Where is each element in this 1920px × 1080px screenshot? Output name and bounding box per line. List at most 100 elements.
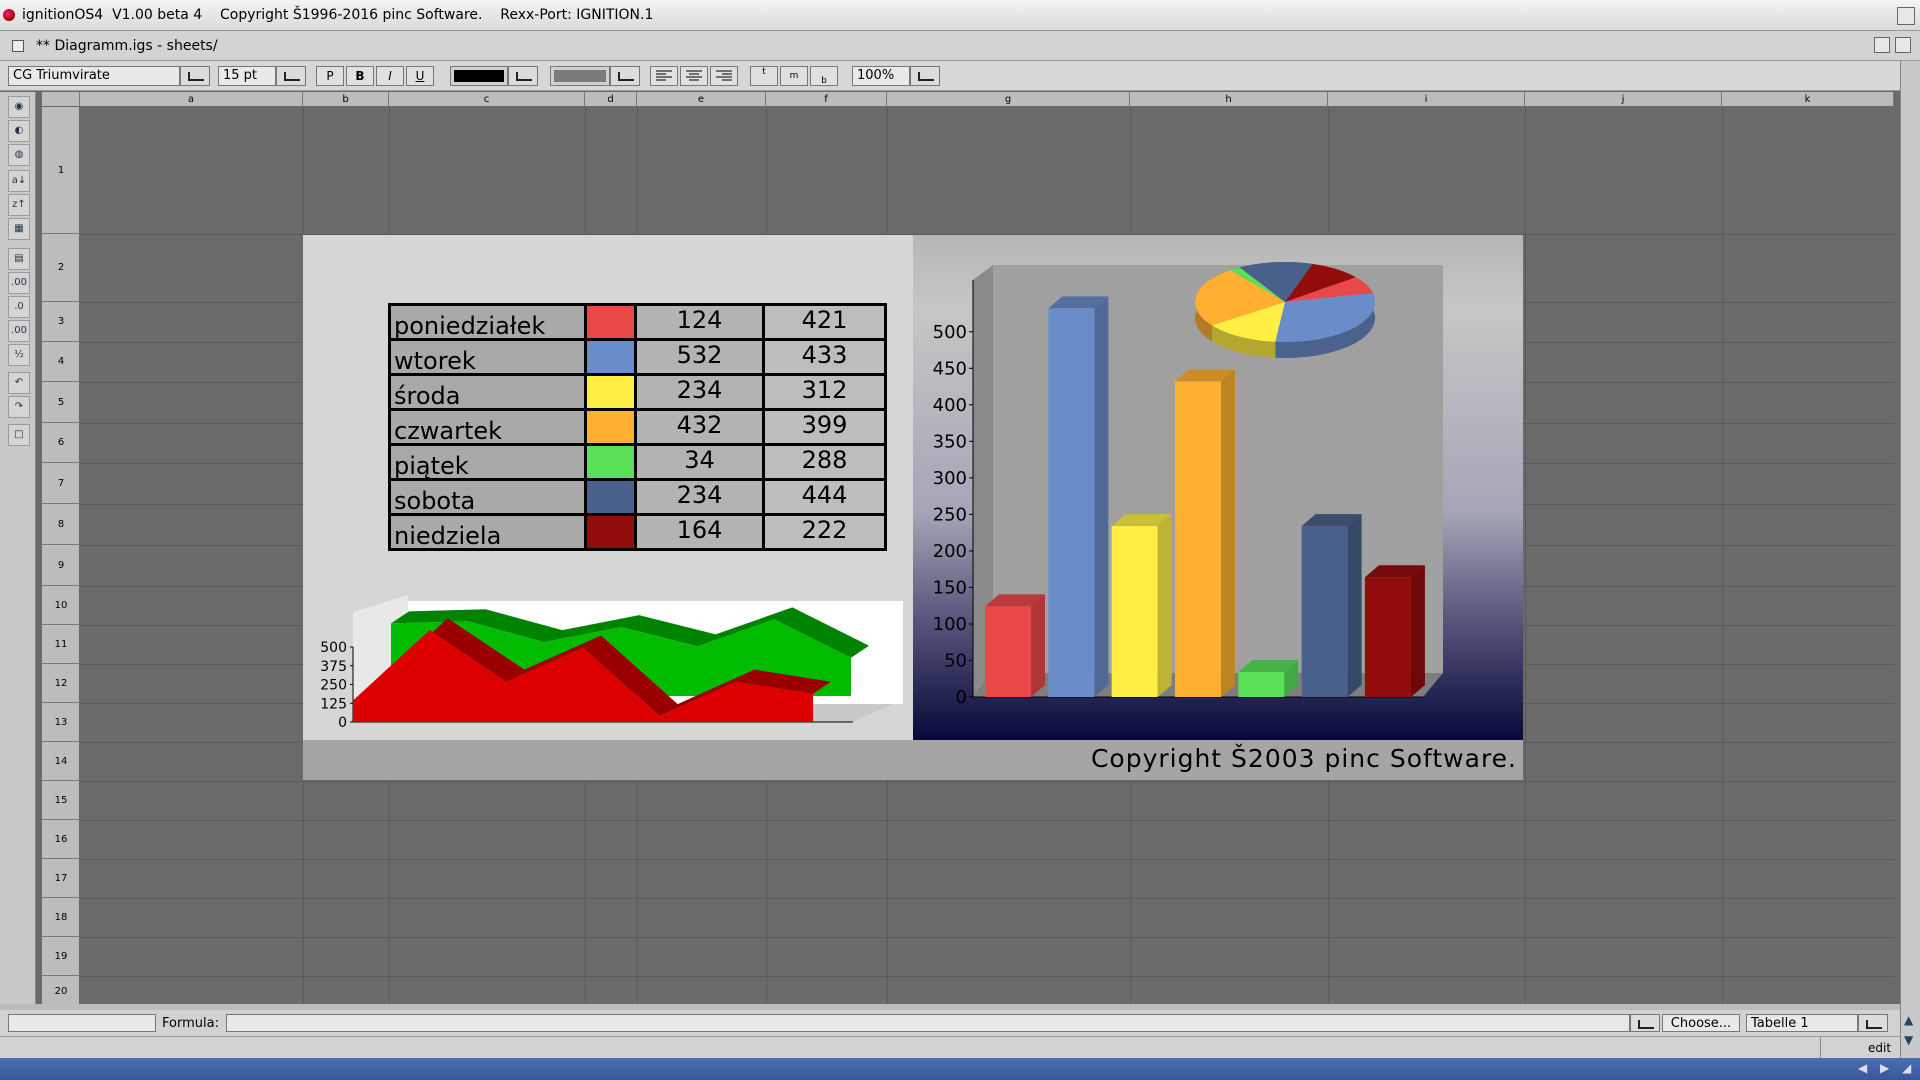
column-header[interactable]: d — [585, 92, 637, 107]
align-right-button[interactable] — [710, 66, 738, 86]
row-header[interactable]: 16 — [42, 820, 80, 859]
plain-style-button[interactable]: P — [316, 66, 344, 86]
fill-color-button[interactable] — [550, 66, 610, 86]
sort-descending-icon[interactable]: z↑ — [8, 194, 30, 216]
row-header[interactable]: 10 — [42, 586, 80, 625]
fill-color-popup-icon[interactable] — [610, 66, 640, 86]
column-header[interactable]: g — [887, 92, 1130, 107]
text-color-popup-icon[interactable] — [508, 66, 538, 86]
vertical-scrollbar[interactable]: ▲ ▼ — [1900, 61, 1920, 1058]
column-header[interactable]: i — [1328, 92, 1525, 107]
app-icon — [3, 9, 15, 21]
redo-icon[interactable]: ↷ — [8, 396, 30, 418]
fraction-icon[interactable]: ½ — [8, 344, 30, 366]
percent-icon[interactable]: .00 — [8, 320, 30, 342]
align-left-icon — [656, 70, 672, 81]
row-header[interactable]: 8 — [42, 504, 80, 545]
scroll-right-icon[interactable]: ▶ — [1880, 1061, 1889, 1075]
column-header[interactable]: a — [80, 92, 303, 107]
y-tick-label: 300 — [933, 468, 967, 489]
row-header[interactable]: 4 — [42, 342, 80, 382]
sheet-name-field[interactable]: Tabelle 1 — [1746, 1014, 1858, 1032]
frame-icon[interactable]: □ — [8, 424, 30, 446]
row-header[interactable]: 3 — [42, 302, 80, 342]
font-popup-icon[interactable] — [180, 66, 210, 86]
add-decimal-icon[interactable]: .00 — [8, 272, 30, 294]
y-tick-label: 400 — [933, 395, 967, 416]
row-header[interactable]: 12 — [42, 664, 80, 703]
cell-format-icon[interactable]: ▤ — [8, 248, 30, 270]
font-size-popup-icon[interactable] — [276, 66, 306, 86]
bold-button[interactable]: B — [346, 66, 374, 86]
bar-chart: 500450400350300250200150100500 — [933, 262, 1443, 708]
column-header[interactable]: c — [389, 92, 585, 107]
resize-icon[interactable]: ◢ — [1902, 1061, 1911, 1075]
row-header[interactable]: 7 — [42, 463, 80, 504]
formula-input[interactable] — [226, 1014, 1630, 1032]
column-header[interactable]: j — [1525, 92, 1722, 107]
font-size-field[interactable]: 15 pt — [218, 66, 276, 86]
font-name-field[interactable]: CG Triumvirate — [8, 66, 180, 86]
valign-bottom-button[interactable]: b — [810, 66, 838, 86]
column-header[interactable]: h — [1130, 92, 1328, 107]
row-header[interactable]: 11 — [42, 625, 80, 664]
align-center-button[interactable] — [680, 66, 708, 86]
choose-button[interactable]: Choose... — [1662, 1014, 1740, 1032]
new-sheet-icon[interactable]: ◉ — [8, 96, 30, 118]
zoom-field[interactable]: 100% — [852, 66, 910, 86]
corner-cell[interactable] — [42, 92, 80, 107]
column-header[interactable]: b — [303, 92, 389, 107]
row-header[interactable]: 19 — [42, 937, 80, 976]
column-header[interactable]: e — [637, 92, 766, 107]
row-header[interactable]: 20 — [42, 976, 80, 1007]
remove-decimal-icon[interactable]: .0 — [8, 296, 30, 318]
row-header[interactable]: 18 — [42, 898, 80, 937]
text-color-swatch — [454, 70, 504, 82]
embedded-picture[interactable]: poniedziałek 124 421 wtorek 532 433 środa 234 31… — [303, 235, 1523, 780]
bar-side — [1220, 369, 1235, 697]
scroll-down-icon[interactable]: ▼ — [1904, 1033, 1913, 1047]
row-header[interactable]: 13 — [42, 703, 80, 742]
zoom-popup-icon[interactable] — [910, 66, 940, 86]
align-right-icon — [716, 70, 732, 81]
italic-button[interactable]: I — [376, 66, 404, 86]
y-tick-label: 500 — [933, 322, 967, 343]
bar-side — [1157, 514, 1172, 697]
row-header[interactable]: 2 — [42, 234, 80, 302]
status-mode: edit — [1868, 1041, 1892, 1055]
scroll-up-icon[interactable]: ▲ — [1904, 1013, 1913, 1027]
formula-popup-icon[interactable] — [1630, 1014, 1660, 1032]
align-left-button[interactable] — [650, 66, 678, 86]
row-header[interactable]: 5 — [42, 382, 80, 423]
text-color-button[interactable] — [450, 66, 508, 86]
undo-icon[interactable]: ↶ — [8, 372, 30, 394]
y-tick-label: 350 — [933, 431, 967, 452]
row-header[interactable]: 6 — [42, 423, 80, 463]
sort-ascending-icon[interactable]: a↓ — [8, 170, 30, 192]
y-tick-label: 0 — [956, 687, 967, 708]
underline-button[interactable]: U — [406, 66, 434, 86]
chart-icon[interactable]: ▦ — [8, 218, 30, 240]
valign-top-button[interactable]: t — [750, 66, 778, 86]
valign-middle-button[interactable]: m — [780, 66, 808, 86]
column-header[interactable]: f — [766, 92, 887, 107]
y-tick-label: 100 — [933, 614, 967, 635]
depth-gadget-icon[interactable] — [1895, 37, 1911, 53]
sheet-popup-icon[interactable] — [1858, 1014, 1888, 1032]
column-header[interactable]: k — [1722, 92, 1894, 107]
window-bottom-border: ◀ ▶ ◢ — [0, 1058, 1920, 1080]
row-header[interactable]: 1 — [42, 107, 80, 234]
scroll-left-icon[interactable]: ◀ — [1858, 1061, 1867, 1075]
close-icon[interactable] — [12, 40, 24, 52]
row-header[interactable]: 15 — [42, 781, 80, 820]
row-header-bar: 1 2 3 4 5 6 7 8 9 10 11 12 13 14 15 16 1… — [42, 107, 80, 1007]
cell-position-field[interactable] — [8, 1014, 156, 1032]
row-header[interactable]: 17 — [42, 859, 80, 898]
open-icon[interactable]: ◐ — [8, 120, 30, 142]
zoom-gadget-icon[interactable] — [1874, 37, 1890, 53]
save-icon[interactable]: ◍ — [8, 144, 30, 166]
bar-side — [1031, 594, 1045, 697]
depth-gadget-icon[interactable] — [1897, 7, 1915, 25]
row-header[interactable]: 14 — [42, 742, 80, 781]
row-header[interactable]: 9 — [42, 545, 80, 586]
